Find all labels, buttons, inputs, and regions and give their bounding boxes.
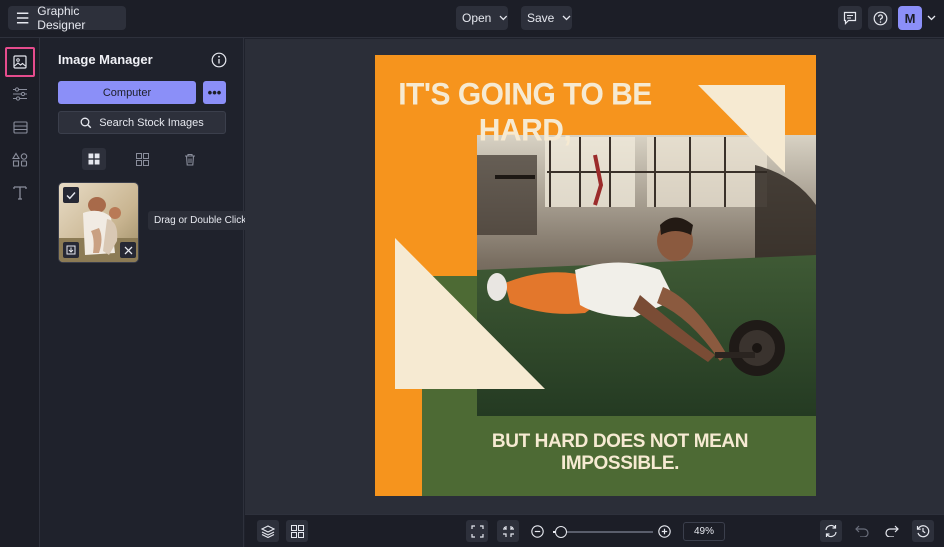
canvas-subline[interactable]: BUT HARD DOES NOT MEAN IMPOSSIBLE. [475, 431, 765, 475]
zoom-slider-thumb[interactable] [555, 526, 567, 538]
undo-icon[interactable] [855, 525, 869, 537]
info-icon[interactable] [211, 52, 227, 68]
search-stock-label: Search Stock Images [99, 116, 204, 129]
expand-icon [470, 524, 484, 538]
bottom-toolbar: 49% [245, 514, 944, 547]
chevron-down-icon [499, 15, 508, 21]
collapse-icon [502, 525, 514, 537]
rail-item-shapes[interactable] [5, 144, 35, 174]
grid-icon [290, 524, 304, 538]
search-stock-images-button[interactable]: Search Stock Images [58, 111, 226, 134]
refresh-icon [825, 524, 837, 538]
save-button[interactable]: Save [521, 6, 572, 30]
close-icon [124, 246, 132, 254]
layers-icon [261, 524, 275, 538]
large-grid-view-button[interactable] [82, 148, 106, 170]
layers-button[interactable] [257, 520, 279, 542]
tool-rail [0, 38, 40, 547]
check-icon [66, 191, 76, 199]
select-checkbox[interactable] [63, 187, 79, 203]
small-grid-view-button[interactable] [130, 148, 154, 170]
redo-icon[interactable] [885, 525, 899, 537]
avatar[interactable]: M [898, 6, 922, 30]
delete-images-button[interactable] [178, 148, 202, 170]
zoom-slider-track[interactable] [553, 531, 653, 533]
rail-item-adjustments[interactable] [5, 79, 35, 109]
zoom-in-icon[interactable] [658, 525, 671, 538]
grid-large-icon [88, 153, 100, 165]
history-button[interactable] [912, 520, 934, 542]
history-icon [916, 525, 930, 538]
help-button[interactable] [868, 6, 892, 30]
help-icon [873, 11, 887, 25]
search-icon [80, 117, 92, 128]
more-options-button[interactable]: ••• [203, 81, 226, 104]
chat-icon [843, 11, 857, 25]
shapes-icon [12, 151, 28, 167]
zoom-out-icon[interactable] [531, 525, 544, 538]
feedback-button[interactable] [838, 6, 862, 30]
trash-icon [185, 153, 195, 166]
text-icon [13, 185, 27, 200]
fit-screen-button[interactable] [466, 520, 488, 542]
uploaded-image-thumbnail[interactable] [58, 182, 139, 263]
chevron-down-icon [562, 15, 571, 21]
open-button[interactable]: Open [456, 6, 508, 30]
app-menu-button[interactable]: Graphic Designer [8, 4, 126, 32]
upload-computer-button[interactable]: Computer [58, 81, 196, 104]
grid-view-button[interactable] [286, 520, 308, 542]
rail-item-text[interactable] [5, 177, 35, 207]
rail-item-layout[interactable] [5, 112, 35, 142]
open-label: Open [462, 11, 492, 25]
grid-small-icon [135, 152, 149, 166]
sync-button[interactable] [820, 520, 842, 542]
drag-tooltip: Drag or Double Click [148, 211, 253, 230]
import-icon [66, 245, 76, 255]
canvas-headline[interactable]: IT'S GOING TO BE HARD, [375, 77, 675, 148]
design-canvas[interactable]: IT'S GOING TO BE HARD, BUT HARD DOES NOT… [375, 55, 816, 496]
app-title: Graphic Designer [37, 4, 86, 32]
hamburger-icon [16, 12, 29, 24]
image-manager-panel: Image Manager Computer ••• Search Stock … [41, 38, 244, 547]
zoom-value[interactable]: 49% [683, 522, 725, 541]
rail-item-images[interactable] [5, 47, 35, 77]
chevron-down-icon[interactable] [927, 15, 936, 21]
actual-size-button[interactable] [497, 520, 519, 542]
save-label: Save [527, 11, 555, 25]
panel-title: Image Manager [58, 52, 153, 67]
top-bar: Graphic Designer Open Save M [0, 0, 944, 38]
remove-image-button[interactable] [120, 242, 136, 258]
adjustments-icon [13, 87, 27, 101]
layout-icon [12, 120, 28, 134]
add-to-canvas-button[interactable] [63, 242, 79, 258]
image-icon [13, 55, 27, 69]
